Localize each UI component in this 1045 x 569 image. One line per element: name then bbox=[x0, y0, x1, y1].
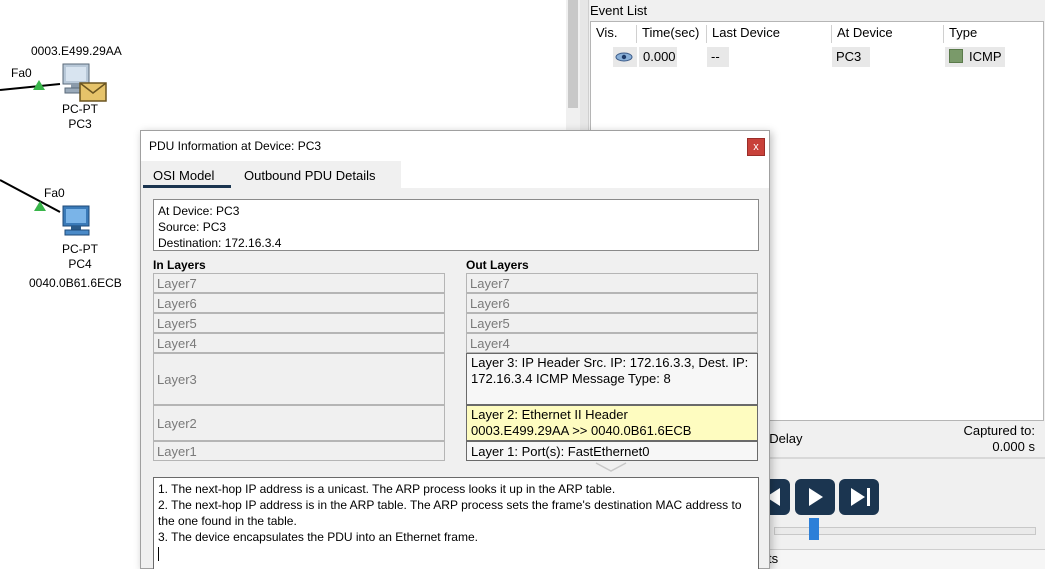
pc3-name-label: PC3 bbox=[68, 117, 92, 131]
row-time[interactable]: 0.000 bbox=[639, 47, 677, 67]
col-header-type[interactable]: Type bbox=[944, 25, 1044, 43]
step-forward-icon bbox=[851, 488, 870, 506]
out-layer-3[interactable]: Layer 3: IP Header Src. IP: 172.16.3.3, … bbox=[466, 353, 758, 405]
info-destination: Destination: 172.16.3.4 bbox=[158, 236, 282, 250]
process-description-box[interactable]: 1. The next-hop IP address is a unicast.… bbox=[153, 477, 759, 569]
in-layer-4[interactable]: Layer4 bbox=[153, 333, 445, 353]
tab-osi-model[interactable]: OSI Model bbox=[153, 168, 214, 183]
info-source: Source: PC3 bbox=[158, 220, 227, 234]
pdu-info-box: At Device: PC3 Source: PC3 Destination: … bbox=[153, 199, 759, 251]
canvas-scrollbar-thumb[interactable] bbox=[568, 0, 578, 108]
play-button[interactable] bbox=[795, 479, 835, 515]
in-layer-3[interactable]: Layer3 bbox=[153, 353, 445, 405]
description-line-1: 1. The next-hop IP address is a unicast.… bbox=[158, 482, 616, 496]
pc4-type-label: PC-PT bbox=[62, 242, 98, 256]
in-layer-5[interactable]: Layer5 bbox=[153, 313, 445, 333]
out-layer-2-header: Layer 2: Ethernet II Header bbox=[471, 407, 628, 422]
play-speed-slider-thumb[interactable] bbox=[809, 518, 820, 540]
pc4-computer-icon[interactable] bbox=[62, 205, 96, 237]
description-line-2: 2. The next-hop IP address is in the ARP… bbox=[158, 498, 742, 528]
tab-outbound-pdu-details[interactable]: Outbound PDU Details bbox=[244, 168, 376, 183]
icmp-color-swatch bbox=[949, 49, 963, 63]
out-layer-5[interactable]: Layer5 bbox=[466, 313, 758, 333]
description-line-3: 3. The device encapsulates the PDU into … bbox=[158, 530, 478, 544]
in-layer-6[interactable]: Layer6 bbox=[153, 293, 445, 313]
in-layer-1[interactable]: Layer1 bbox=[153, 441, 445, 461]
in-layer-2[interactable]: Layer2 bbox=[153, 405, 445, 441]
col-header-time[interactable]: Time(sec) bbox=[637, 25, 707, 43]
eye-icon[interactable] bbox=[615, 52, 633, 62]
pc4-label: PC-PT PC4 bbox=[55, 242, 105, 272]
out-layers-title: Out Layers bbox=[466, 258, 529, 272]
row-last-device[interactable]: -- bbox=[707, 47, 729, 67]
canvas-vertical-scrollbar[interactable] bbox=[566, 0, 580, 130]
dialog-title: PDU Information at Device: PC3 bbox=[149, 139, 322, 153]
packet-tracer-window: 0003.E499.29AA Fa0 PC-PT PC3 Fa0 PC-PT P… bbox=[0, 0, 1045, 569]
row-at-device[interactable]: PC3 bbox=[832, 47, 870, 67]
pc3-label: PC-PT PC3 bbox=[55, 102, 105, 132]
col-header-vis[interactable]: Vis. bbox=[591, 25, 637, 43]
captured-to-label: Captured to: 0.000 s bbox=[963, 423, 1035, 455]
captured-to-value: 0.000 s bbox=[992, 439, 1035, 454]
text-caret bbox=[158, 546, 159, 561]
captured-to-text: Captured to: bbox=[963, 423, 1035, 438]
out-layer-2-macs: 0003.E499.29AA >> 0040.0B61.6ECB bbox=[471, 423, 692, 438]
out-layer-1[interactable]: Layer 1: Port(s): FastEthernet0 bbox=[466, 441, 758, 461]
envelope-icon[interactable] bbox=[79, 82, 107, 102]
out-layer-2[interactable]: Layer 2: Ethernet II Header 0003.E499.29… bbox=[466, 405, 758, 441]
pdu-information-dialog: PDU Information at Device: PC3 x OSI Mod… bbox=[140, 130, 770, 569]
row-type[interactable]: ICMP bbox=[945, 47, 1005, 67]
active-tab-indicator bbox=[143, 185, 231, 188]
in-layers-title: In Layers bbox=[153, 258, 206, 272]
out-layer-4[interactable]: Layer4 bbox=[466, 333, 758, 353]
pc3-mac-label: 0003.E499.29AA bbox=[31, 44, 122, 58]
dialog-tabs: OSI Model Outbound PDU Details bbox=[141, 161, 769, 188]
info-at-device: At Device: PC3 bbox=[158, 204, 240, 218]
pc3-interface-label: Fa0 bbox=[11, 66, 32, 80]
out-layer-7[interactable]: Layer7 bbox=[466, 273, 758, 293]
col-header-last-device[interactable]: Last Device bbox=[707, 25, 832, 43]
event-list-title: Event List bbox=[590, 3, 648, 18]
step-forward-button[interactable] bbox=[839, 479, 879, 515]
close-button[interactable]: x bbox=[747, 138, 765, 156]
out-layer-6[interactable]: Layer6 bbox=[466, 293, 758, 313]
chevron-down-icon[interactable] bbox=[594, 461, 628, 473]
pc4-name-label: PC4 bbox=[68, 257, 92, 271]
play-icon bbox=[809, 488, 823, 506]
pc4-mac-label: 0040.0B61.6ECB bbox=[29, 276, 122, 290]
pc4-interface-label: Fa0 bbox=[44, 186, 65, 200]
in-layer-7[interactable]: Layer7 bbox=[153, 273, 445, 293]
col-header-at-device[interactable]: At Device bbox=[832, 25, 944, 43]
row-type-label: ICMP bbox=[969, 49, 1002, 64]
dialog-titlebar[interactable]: PDU Information at Device: PC3 x bbox=[141, 131, 769, 161]
pc3-type-label: PC-PT bbox=[62, 102, 98, 116]
